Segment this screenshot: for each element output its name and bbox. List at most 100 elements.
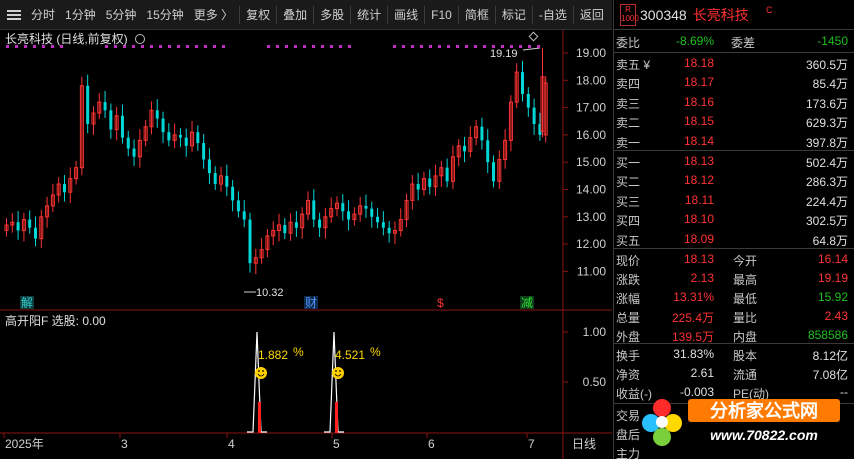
indicator-signals: 1.882% 4.521%: [247, 331, 381, 433]
candle-body: [196, 132, 200, 144]
price-tick-label: 17.00: [576, 101, 606, 115]
candle-body: [463, 145, 467, 152]
signal-dot: [411, 45, 414, 48]
signal-percent: 1.882: [258, 348, 288, 362]
bid-label: 买一: [616, 156, 641, 170]
bid-row[interactable]: 买三 18.11 224.4万: [614, 190, 854, 211]
period-label[interactable]: 日线: [572, 437, 596, 451]
ask-row[interactable]: 卖三 18.16 173.6万: [614, 92, 854, 113]
multi-stock-button[interactable]: 多股: [315, 6, 349, 23]
watermark-logo-icon: [642, 399, 682, 446]
bid-row[interactable]: 买二 18.12 286.3万: [614, 170, 854, 191]
tab-1min[interactable]: 1分钟: [60, 6, 101, 23]
more-periods-button[interactable]: 更多 〉: [189, 6, 238, 23]
stock-code: 300348: [640, 6, 687, 23]
quote-panel: R 1000 300348 长亮科技 C 委比 -8.69% 委差 -1450 …: [613, 0, 854, 459]
r-badge-letter: R: [625, 4, 631, 14]
mark-button[interactable]: 标记: [497, 6, 531, 23]
fundamental-row[interactable]: 净资 2.61 流通 7.08亿: [614, 363, 854, 384]
ask-row[interactable]: 卖五 ¥ 18.18 360.5万: [614, 53, 854, 74]
remove-watchlist-button[interactable]: -自选: [534, 6, 572, 23]
signal-dot: [204, 45, 207, 48]
bid-row[interactable]: 买五 18.09 64.8万: [614, 229, 854, 250]
bid-price: 18.13: [683, 154, 714, 168]
event-marker-earnings[interactable]: 财: [305, 296, 317, 310]
ask-price: 18.14: [683, 133, 714, 148]
quote-header: R 1000 300348 长亮科技 C: [614, 0, 854, 30]
candle-body: [62, 184, 66, 193]
overlay-button[interactable]: 叠加: [278, 6, 312, 23]
bid-label: 买四: [616, 214, 641, 229]
menu-icon[interactable]: [7, 9, 21, 20]
signal-dot: [348, 45, 351, 48]
candle-body: [120, 115, 124, 138]
signal-dot: [528, 45, 531, 48]
candle-body: [28, 219, 32, 228]
stat-row[interactable]: 总量 225.4万 量比 2.43: [614, 306, 854, 327]
tab-fenshi[interactable]: 分时: [26, 6, 60, 23]
stat-row[interactable]: 现价 18.13 今开 16.14: [614, 249, 854, 270]
f10-button[interactable]: F10: [426, 8, 457, 22]
toolbar-divider: [494, 5, 496, 24]
ask-row[interactable]: 卖一 18.14 397.8万: [614, 131, 854, 152]
tab-5min[interactable]: 5分钟: [101, 6, 142, 23]
kline-chart-svg[interactable]: 19.00 18.00 17.00 16.00 15.00 14.00 13.00 12.00…: [0, 30, 612, 459]
candle-body: [445, 167, 449, 182]
signal-dot: [159, 45, 162, 48]
signal-dot: [330, 45, 333, 48]
stat-label: 最高: [733, 273, 758, 287]
fundamental-row[interactable]: 换手 31.83% 股本 8.12亿: [614, 344, 854, 365]
back-button[interactable]: 返回: [575, 6, 609, 23]
candle-body: [318, 219, 322, 228]
fundamental-label: 股本: [733, 349, 758, 363]
stat-value: 225.4万: [671, 311, 714, 325]
bid-row[interactable]: 买四 18.10 302.5万: [614, 209, 854, 230]
event-marker-dividend[interactable]: $: [437, 296, 444, 310]
indicator-tick-label: 0.50: [583, 375, 607, 389]
stat-row[interactable]: 涨跌 2.13 最高 19.19: [614, 268, 854, 289]
candle-body: [364, 205, 368, 209]
chart-title: 长亮科技 (日线,前复权): [5, 30, 146, 47]
toolbar-divider: [457, 5, 459, 24]
tab-15min[interactable]: 15分钟: [141, 6, 188, 23]
event-marker-reduce[interactable]: 减: [521, 296, 533, 310]
signal-dot: [519, 45, 522, 48]
chart-settings-icon[interactable]: [135, 34, 146, 44]
restore-rights-button[interactable]: 复权: [241, 6, 275, 23]
bid-volume: 502.4万: [805, 156, 848, 170]
candle-body: [370, 208, 374, 217]
ask-price: 18.18: [683, 56, 714, 70]
stat-row[interactable]: 涨幅 13.31% 最低 15.92: [614, 287, 854, 308]
event-marker-unlock[interactable]: 解: [21, 296, 33, 310]
toolbar-divider: [387, 5, 389, 24]
simple-frame-button[interactable]: 简框: [460, 6, 494, 23]
signal-dot: [285, 45, 288, 48]
signal-unit: %: [370, 345, 381, 359]
candle-body: [312, 200, 316, 220]
ask-row[interactable]: 卖二 18.15 629.3万: [614, 111, 854, 132]
high-pointer-line: [522, 47, 541, 51]
stat-value: 2.43: [824, 309, 848, 323]
candle-body: [381, 222, 385, 228]
signal-dot: [312, 45, 315, 48]
signal-dot: [339, 45, 342, 48]
stat-label: 今开: [733, 254, 758, 268]
signal-dot: [456, 45, 459, 48]
toolbar-divider: [350, 5, 352, 24]
ask-row[interactable]: 卖四 18.17 85.4万: [614, 72, 854, 93]
candle-body: [341, 203, 345, 212]
weibi-row: 委比 -8.69% 委差 -1450: [614, 31, 854, 52]
indicator-title[interactable]: 高开阳F 选股: 0.00: [5, 312, 106, 329]
kline-chart-area[interactable]: 19.00 18.00 17.00 16.00 15.00 14.00 13.00 12.00…: [0, 30, 612, 459]
time-axis: 2025年 3 4 5 6 7 日线: [3, 433, 596, 451]
draw-line-button[interactable]: 画线: [389, 6, 423, 23]
toolbar-divider: [572, 5, 574, 24]
stat-label: 总量: [616, 311, 641, 325]
watermark-title: 分析家公式网: [710, 400, 818, 421]
signal-dot: [501, 45, 504, 48]
statistics-button[interactable]: 统计: [352, 6, 386, 23]
price-tick-label: 12.00: [576, 237, 606, 251]
candle-body: [86, 85, 90, 124]
signal-dot: [303, 45, 306, 48]
bid-row[interactable]: 买一 18.13 502.4万: [614, 151, 854, 172]
